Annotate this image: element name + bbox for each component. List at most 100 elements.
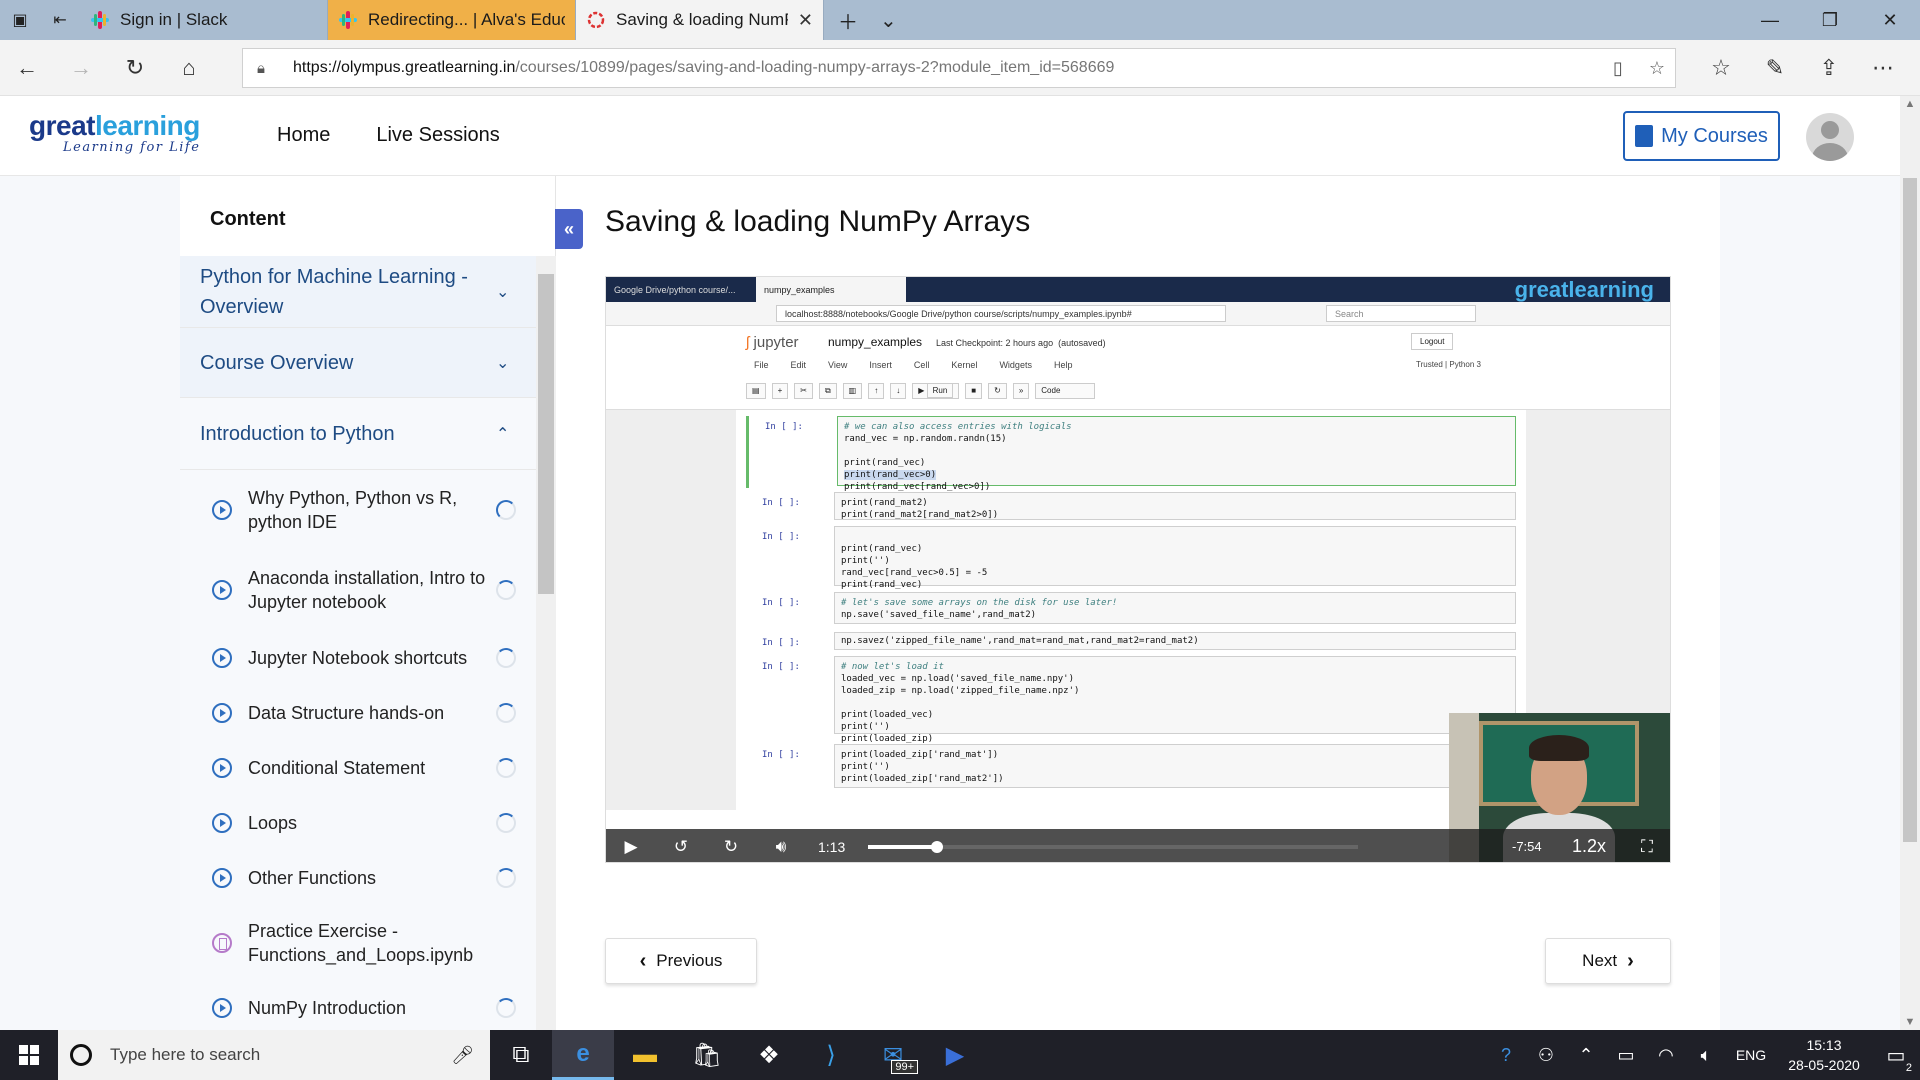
code-line: # now let's load it <box>841 662 944 672</box>
more-icon[interactable]: ⋯ <box>1856 40 1910 96</box>
playback-speed[interactable]: 1.2x <box>1572 836 1622 857</box>
wifi-icon[interactable]: ◠ <box>1646 1045 1686 1066</box>
help-icon[interactable]: ? <box>1486 1045 1526 1066</box>
lesson-item[interactable]: Anaconda installation, Intro to Jupyter … <box>180 550 536 630</box>
collapse-sidebar-button[interactable]: « <box>555 209 583 249</box>
taskbar-search[interactable]: Type here to search 🎤︎ <box>58 1030 490 1080</box>
url-host: https://olympus.greatlearning.in <box>293 59 516 76</box>
chevron-down-icon: ⌄ <box>496 354 510 372</box>
forward-arrow-icon[interactable]: → <box>54 40 108 96</box>
lesson-title: Other Functions <box>248 867 377 888</box>
edge-icon[interactable]: e <box>552 1030 614 1080</box>
lesson-item[interactable]: Practice Exercise - Functions_and_Loops.… <box>180 905 536 980</box>
close-icon[interactable]: ✕ <box>1860 0 1920 40</box>
set-aside-tabs-icon[interactable]: ⇤ <box>40 0 80 40</box>
play-circle-icon <box>212 812 232 833</box>
battery-icon[interactable]: ▭ <box>1606 1045 1646 1066</box>
minimize-icon[interactable]: — <box>1740 0 1800 40</box>
dropbox-icon[interactable]: ❖ <box>738 1030 800 1080</box>
browser-tab-redirecting[interactable]: Redirecting... | Alva's Educat <box>328 0 576 40</box>
mail-icon[interactable]: ✉ 99+ <box>862 1030 924 1080</box>
plus-icon[interactable]: ＋ <box>838 6 858 35</box>
seek-handle[interactable] <box>930 840 943 853</box>
powershell-icon[interactable]: ▶ <box>924 1030 986 1080</box>
windows-taskbar: Type here to search 🎤︎ ⧉ e ▬ 🛍︎ ❖ ⟩ ✉ 99… <box>0 1030 1920 1080</box>
scrollbar-thumb[interactable] <box>538 274 554 594</box>
notification-icon[interactable]: ▭ 2 <box>1872 1043 1920 1074</box>
lesson-item[interactable]: Jupyter Notebook shortcuts <box>180 630 536 685</box>
vs-code-icon[interactable]: ⟩ <box>800 1030 862 1080</box>
taskbar-clock[interactable]: 15:13 28-05-2020 <box>1776 1035 1872 1075</box>
notebook-cell: In [ ]: print(rand_mat2) print(rand_mat2… <box>746 492 1516 522</box>
slack-icon <box>91 11 109 29</box>
chevron-down-icon[interactable]: ⌄ <box>880 8 897 33</box>
previous-button[interactable]: ‹ Previous <box>605 938 757 984</box>
lesson-item[interactable]: Data Structure hands-on <box>180 685 536 740</box>
tab-manager-icon[interactable]: ▣ <box>0 0 40 40</box>
progress-ring-icon <box>496 647 516 668</box>
browser-tab-saving-loading[interactable]: Saving & loading NumP ✕ <box>576 0 824 40</box>
lesson-item[interactable]: Why Python, Python vs R, python IDE <box>180 470 536 550</box>
nav-home-link[interactable]: Home <box>277 124 330 147</box>
nav-live-sessions-link[interactable]: Live Sessions <box>376 124 499 147</box>
scroll-up-icon[interactable]: ▲ <box>1900 98 1920 110</box>
lesson-item[interactable]: Loops <box>180 795 536 850</box>
share-icon[interactable]: ⇪ <box>1802 40 1856 96</box>
reading-view-icon[interactable]: ▯ <box>1613 58 1623 79</box>
section-course-overview[interactable]: Course Overview ⌄ <box>180 328 536 398</box>
lesson-title: Why Python, Python vs R, python IDE <box>248 488 458 532</box>
autosave-text: (autosaved) <box>1058 338 1106 348</box>
star-icon[interactable]: ☆ <box>1649 58 1665 79</box>
lesson-item[interactable]: NumPy Introduction <box>180 980 536 1030</box>
browser-tab-slack[interactable]: Sign in | Slack <box>80 0 328 40</box>
home-icon[interactable]: ⌂ <box>162 40 216 96</box>
rewind-icon[interactable]: ↺ <box>656 829 706 862</box>
people-icon[interactable]: ⚇ <box>1526 1045 1566 1066</box>
next-button[interactable]: Next › <box>1545 938 1671 984</box>
sidebar-title: Content <box>210 208 286 230</box>
page-scrollbar[interactable]: ▲ ▼ <box>1900 96 1920 1030</box>
forward-icon[interactable]: ↻ <box>706 829 756 862</box>
play-icon[interactable]: ▶ <box>606 829 656 862</box>
address-bar[interactable]: 🔒︎ https://olympus.greatlearning.in/cour… <box>242 48 1676 88</box>
jupyter-menu-item: Insert <box>869 360 892 370</box>
chevron-right-icon: › <box>1627 949 1634 972</box>
checkpoint-text: Last Checkpoint: 2 hours ago <box>936 338 1054 348</box>
close-tab-icon[interactable]: ✕ <box>798 10 813 31</box>
sidebar-scrollbar[interactable] <box>536 256 556 1030</box>
start-button[interactable] <box>0 1030 58 1080</box>
book-icon <box>1635 125 1654 147</box>
video-player[interactable]: Google Drive/python course/... numpy_exa… <box>605 276 1671 863</box>
refresh-icon[interactable]: ↻ <box>108 40 162 96</box>
microphone-icon[interactable]: 🎤︎ <box>451 1045 474 1066</box>
notebook-cell: In [ ]: # we can also access entries wit… <box>746 416 1516 492</box>
code-line: print(rand_vec) <box>844 458 926 468</box>
back-arrow-icon[interactable]: ← <box>0 40 54 96</box>
seek-bar[interactable] <box>868 840 1358 853</box>
task-view-icon[interactable]: ⧉ <box>490 1030 552 1080</box>
section-intro-python[interactable]: Introduction to Python ⌃ <box>180 398 536 470</box>
my-courses-button[interactable]: My Courses <box>1623 111 1780 161</box>
cell-code: # we can also access entries with logica… <box>837 416 1516 492</box>
store-icon[interactable]: 🛍︎ <box>676 1030 738 1080</box>
video-tab-label: numpy_examples <box>764 284 835 295</box>
lesson-item[interactable]: Other Functions <box>180 850 536 905</box>
speaker-icon[interactable]: 🔈︎ <box>1686 1045 1726 1066</box>
clock-time: 15:13 <box>1806 1037 1842 1053</box>
lesson-item[interactable]: Conditional Statement <box>180 740 536 795</box>
fullscreen-icon[interactable]: ⛶ <box>1622 829 1670 862</box>
section-python-ml-overview[interactable]: Python for Machine Learning - Overview ⌄ <box>180 256 536 328</box>
code-line: loaded_zip = np.load('zipped_file_name.n… <box>841 686 1080 696</box>
avatar[interactable] <box>1806 113 1854 161</box>
chevron-up-icon[interactable]: ⌃ <box>1566 1045 1606 1066</box>
restore-icon[interactable]: ❐ <box>1800 0 1860 40</box>
file-explorer-icon[interactable]: ▬ <box>614 1030 676 1080</box>
favorites-icon[interactable]: ☆ <box>1694 40 1748 96</box>
jupyter-toolbar: ▤ + ✂ ⧉ ▥ ↑ ↓ ▶ Run ■ ↻ » Code <box>746 383 1096 399</box>
scroll-down-icon[interactable]: ▼ <box>1900 1016 1920 1028</box>
scrollbar-thumb[interactable] <box>1903 178 1917 842</box>
pen-icon[interactable]: ✎ <box>1748 40 1802 96</box>
greatlearning-logo[interactable]: greatlearning Learning for Life <box>29 110 200 155</box>
volume-icon[interactable]: 🔊︎ <box>756 829 806 862</box>
input-language[interactable]: ENG <box>1726 1047 1776 1063</box>
